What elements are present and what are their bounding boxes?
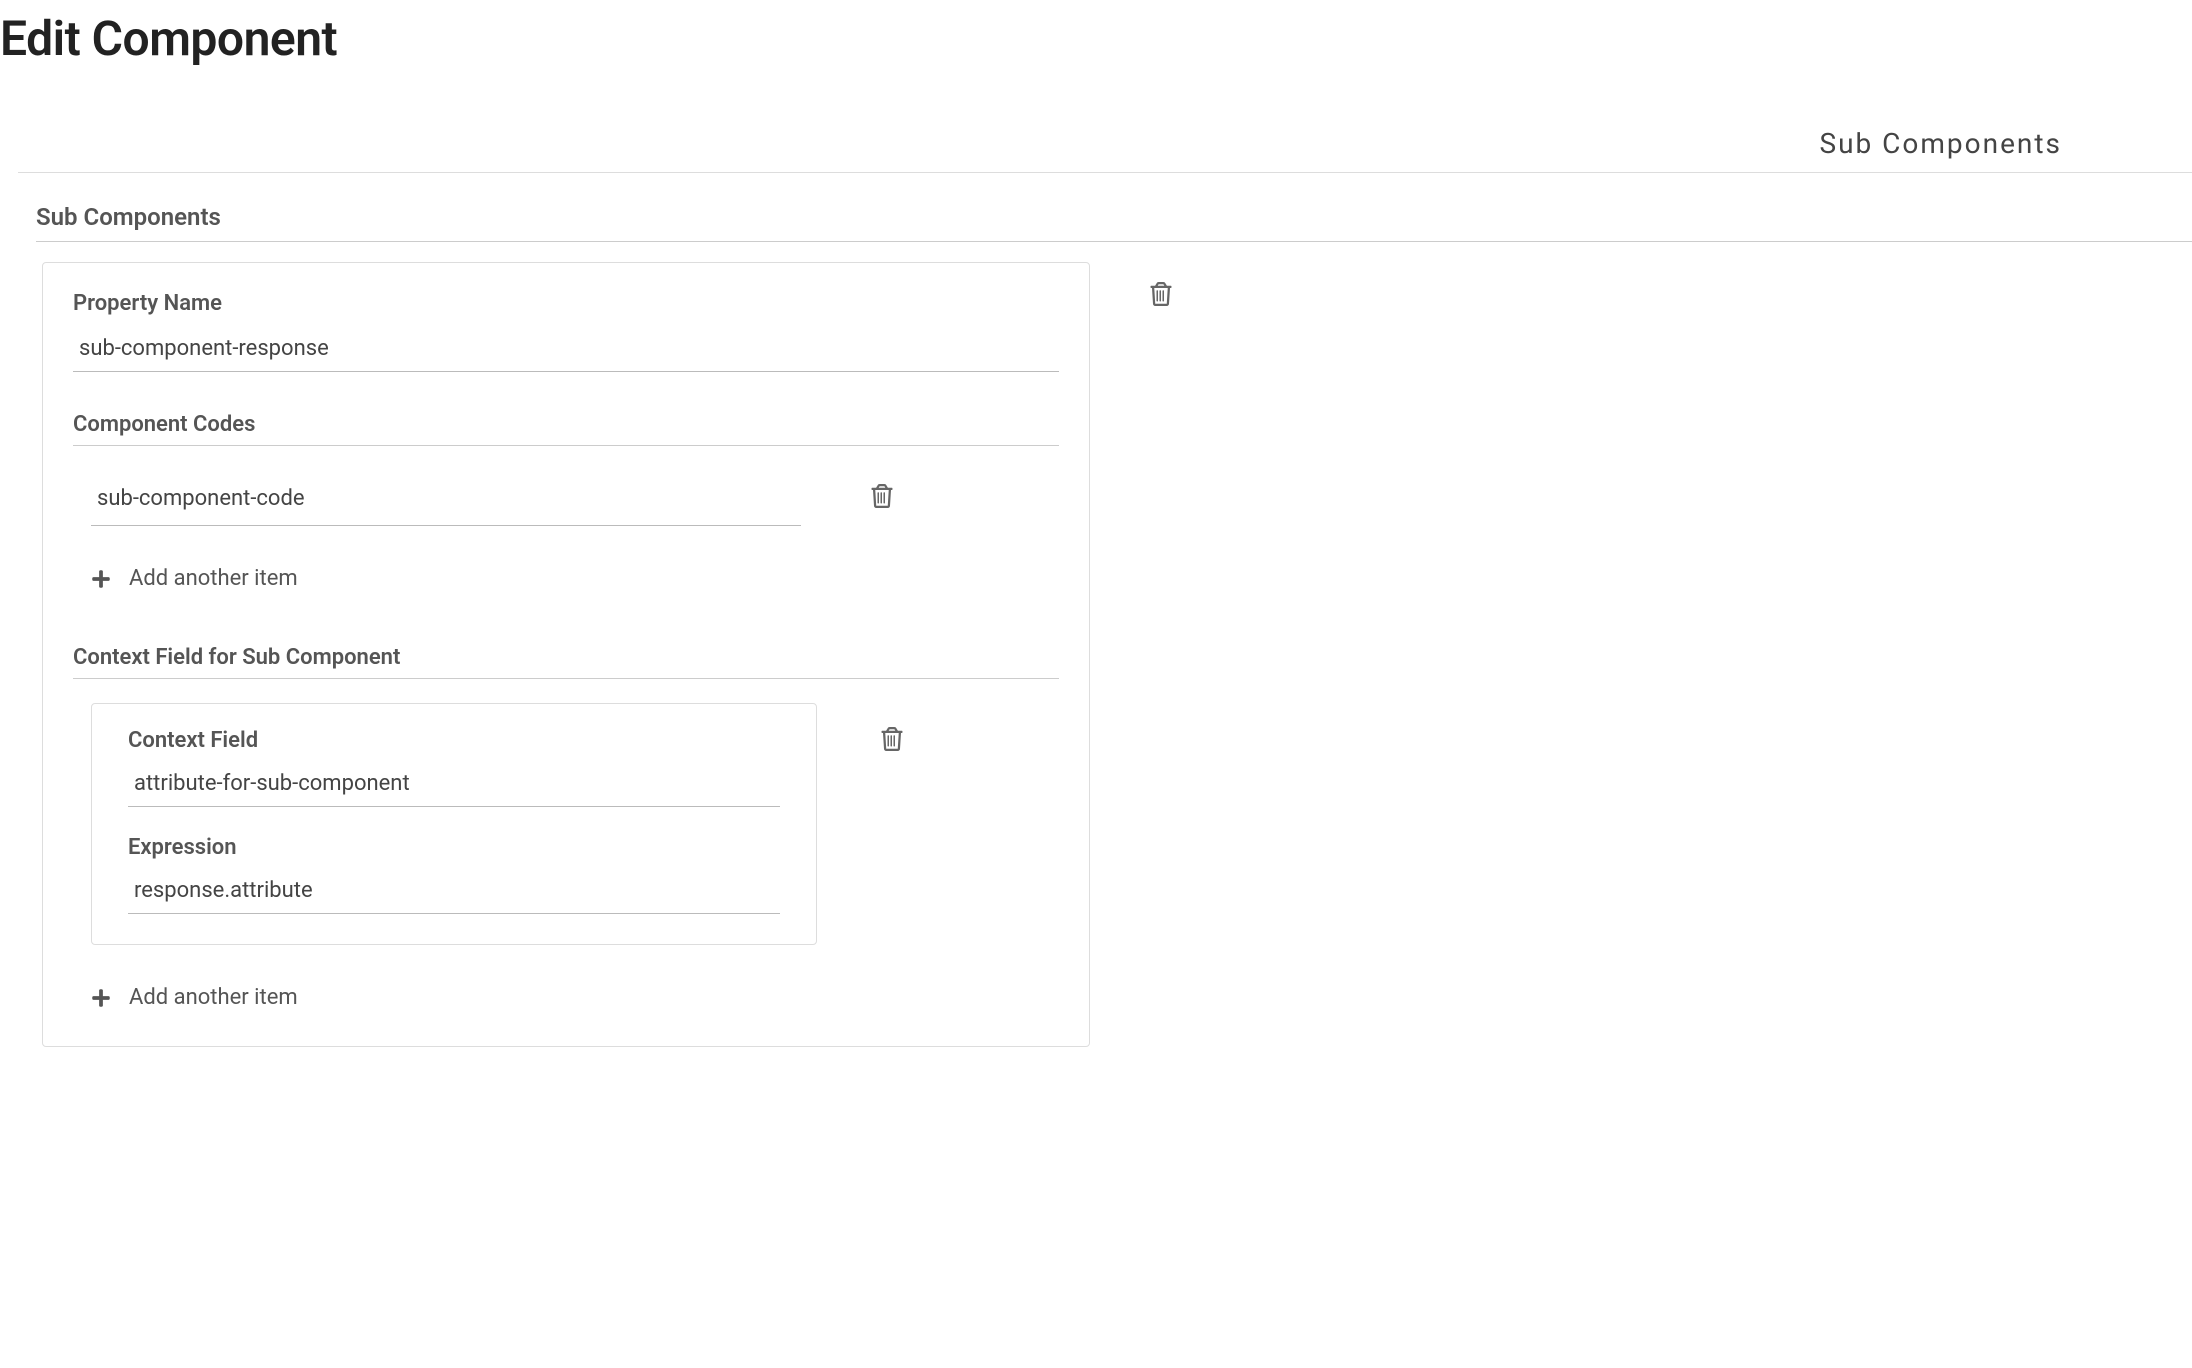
add-context-entry-label: Add another item [111,985,298,1010]
property-name-group: Property Name [73,291,1059,372]
component-code-input[interactable] [91,470,801,526]
add-component-code-label: Add another item [111,566,298,591]
context-section-label: Context Field for Sub Component [73,645,1059,679]
component-codes-group: Component Codes A [73,412,1059,591]
section-anchor-bar: Sub Components [18,97,2192,173]
trash-icon[interactable] [881,727,903,751]
add-component-code-button[interactable]: Add another item [91,526,1059,591]
expression-label: Expression [128,835,780,860]
context-field-group: Context Field [128,728,780,807]
trash-icon[interactable] [871,484,893,508]
component-codes-label: Component Codes [73,412,1059,446]
expression-input[interactable] [128,872,780,914]
context-field-input[interactable] [128,765,780,807]
component-code-item [91,470,1059,526]
trash-icon[interactable] [1150,282,1172,306]
property-name-label: Property Name [73,291,1059,316]
property-name-input[interactable] [73,328,1059,372]
context-entry-card: Context Field Expression [91,703,817,945]
section-label: Sub Components [0,203,2192,241]
context-field-label: Context Field [128,728,780,753]
section-anchor-link[interactable]: Sub Components [1819,127,2062,160]
sub-component-panel: Property Name Component Codes [42,262,1090,1047]
plus-icon [91,988,111,1008]
context-section-group: Context Field for Sub Component Context … [73,645,1059,1010]
expression-group: Expression [128,835,780,914]
add-context-entry-button[interactable]: Add another item [91,945,1059,1010]
page-title: Edit Component [0,0,2192,67]
section-divider [36,241,2192,242]
plus-icon [91,569,111,589]
